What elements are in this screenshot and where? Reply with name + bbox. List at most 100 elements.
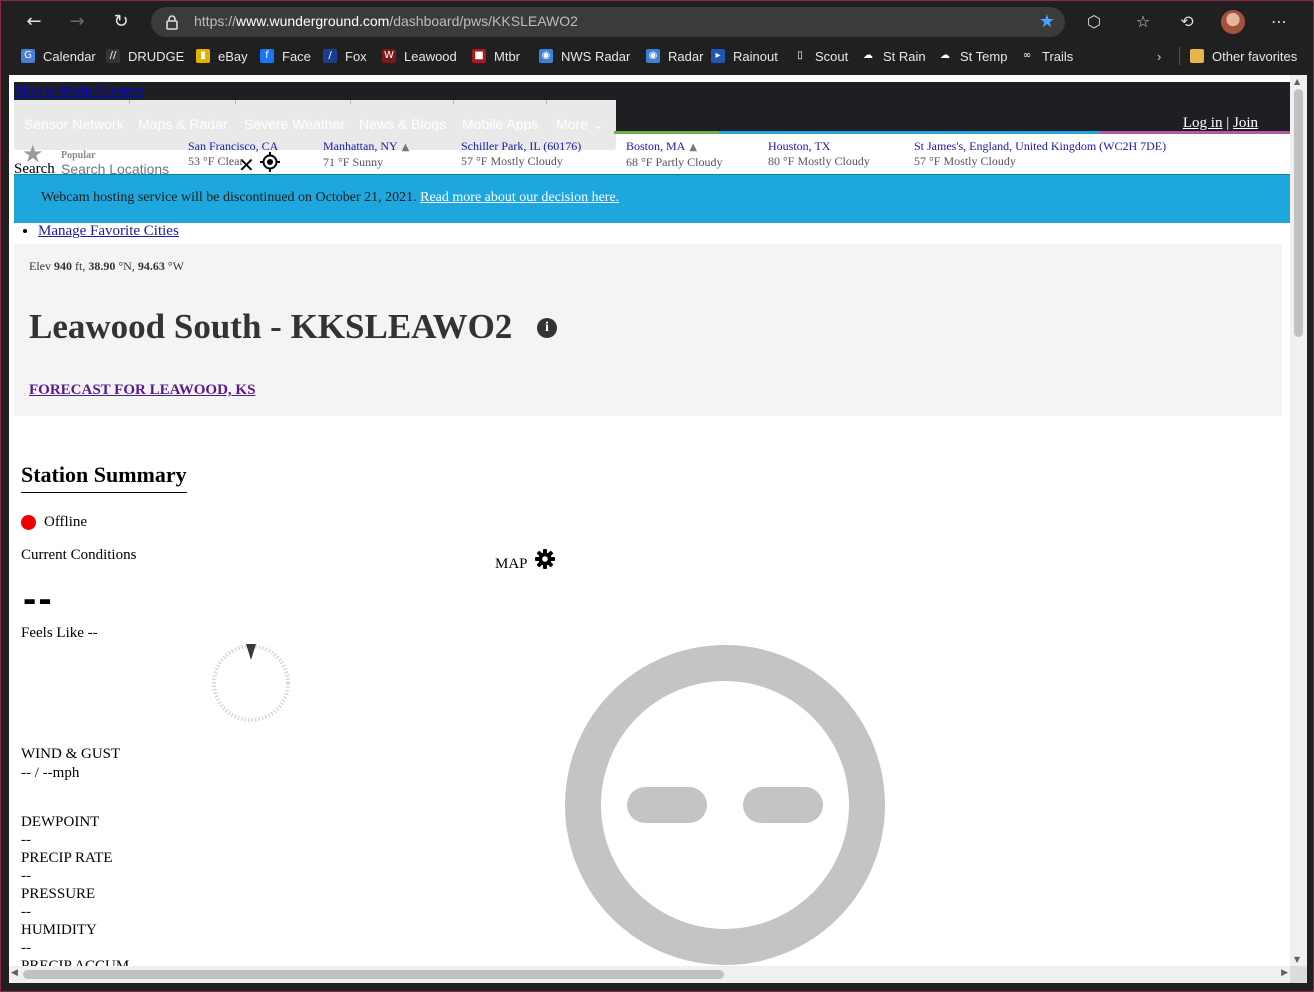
favorite-city[interactable]: Schiller Park, IL (60176) 57 °F Mostly Cl… <box>461 139 581 169</box>
scrollbar-corner <box>1290 966 1307 983</box>
scroll-down-arrow-icon[interactable]: ▼ <box>1294 955 1300 964</box>
station-location-info: Elev 940 ft, 38.90 °N, 94.63 °W <box>29 259 184 273</box>
address-bar[interactable]: https://www.wunderground.com/dashboard/p… <box>151 7 1065 37</box>
bookmark-item[interactable]: // DRUDGE <box>106 47 184 65</box>
favorite-city[interactable]: Boston, MA ▲ 68 °F Partly Cloudy <box>626 139 722 170</box>
profile-avatar[interactable] <box>1221 10 1245 34</box>
header-accent-line <box>614 131 719 134</box>
scroll-right-arrow-icon[interactable]: ▶ <box>1281 968 1288 978</box>
pressure-label: PRESSURE <box>21 886 96 902</box>
gear-icon[interactable] <box>535 549 555 569</box>
favorite-city[interactable]: Houston, TX 80 °F Mostly Cloudy <box>768 139 870 169</box>
bookmark-label: Leawood <box>404 48 457 64</box>
station-summary-heading: Station Summary <box>21 462 187 493</box>
bookmark-item[interactable]: ∞ Trails <box>1020 47 1073 65</box>
auth-separator: | <box>1226 115 1230 131</box>
status-indicator-dot <box>21 515 36 530</box>
rainout-icon: ▸ <box>711 49 725 63</box>
nav-menu-item[interactable]: Mobile Apps <box>462 116 538 132</box>
bookmark-item[interactable]: ☁ St Rain <box>861 47 926 65</box>
bookmark-item[interactable]: ■ Mtbr <box>472 47 520 65</box>
precip-accum-label: PRECIP ACCUM <box>21 958 130 966</box>
extensions-icon[interactable]: ⬡ <box>1082 10 1106 34</box>
forecast-link[interactable]: FORECAST FOR LEAWOOD, KS <box>29 382 255 399</box>
skip-to-main-link[interactable]: Skip to Main Content <box>14 83 144 100</box>
header-accent-line <box>14 131 614 134</box>
calendar-icon: G <box>21 49 35 63</box>
city-conditions: 57 °F Mostly Cloudy <box>914 154 1016 168</box>
noaa-icon: ◉ <box>646 49 660 63</box>
nav-menu-item[interactable]: Maps & Radar <box>138 116 227 132</box>
info-icon[interactable]: i <box>537 318 557 338</box>
login-link[interactable]: Log in <box>1183 115 1223 131</box>
nav-menu-label: News & Blogs <box>359 116 447 132</box>
join-link[interactable]: Join <box>1233 115 1258 131</box>
bookmark-label: Mtbr <box>494 48 520 64</box>
bookmark-item[interactable]: ◉ NWS Radar <box>539 47 630 65</box>
history-icon[interactable]: ⟲ <box>1175 10 1199 34</box>
manage-favorite-cities-link[interactable]: Manage Favorite Cities <box>38 223 179 239</box>
status-text: Offline <box>44 514 88 530</box>
nav-menu-label: Severe Weather <box>244 116 345 132</box>
city-conditions: 57 °F Mostly Cloudy <box>461 154 563 168</box>
more-menu-icon[interactable]: ⋯ <box>1267 10 1291 34</box>
horizontal-scrollbar[interactable]: ◀ ▶ <box>9 966 1290 983</box>
vertical-scrollbar[interactable]: ▲ ▼ <box>1290 75 1307 966</box>
header-accent-line <box>719 131 1099 134</box>
favorite-city[interactable]: Manhattan, NY ▲ 71 °F Sunny <box>323 139 409 170</box>
current-conditions-label: Current Conditions <box>21 547 137 563</box>
pressure-value: -- <box>21 904 31 920</box>
webcam-notice-banner: Webcam hosting service will be discontin… <box>14 174 1290 223</box>
nav-menu-item[interactable]: News & Blogs <box>359 116 446 132</box>
bookmarks-bar: › Other favorites G Calendar // DRUDGE ▮ eBay… <box>1 43 1313 69</box>
bookmark-item[interactable]: G Calendar <box>21 47 96 65</box>
bookmark-label: Rainout <box>733 48 778 64</box>
precip-rate-value: -- <box>21 868 31 884</box>
bookmark-item[interactable]: ▮ eBay <box>196 47 248 65</box>
browser-toolbar: ← → ↻ https://www.wunderground.com/dashb… <box>1 1 1313 43</box>
bookmark-item[interactable]: ▸ Rainout <box>711 47 778 65</box>
bookmark-label: Face <box>282 48 311 64</box>
bookmark-item[interactable]: f Face <box>260 47 311 65</box>
scrollbar-thumb[interactable] <box>23 970 724 979</box>
feels-like: Feels Like -- <box>21 625 98 641</box>
favorite-star-icon[interactable]: ★ <box>1039 11 1055 32</box>
favorite-city[interactable]: St James's, England, United Kingdom (WC2… <box>914 139 1166 169</box>
city-conditions: 80 °F Mostly Cloudy <box>768 154 870 168</box>
favorites-icon[interactable]: ☆ <box>1131 10 1155 34</box>
page-title: Leawood South - KKSLEAWO2 <box>29 307 513 346</box>
nav-menu-item[interactable]: Sensor Network <box>24 116 124 132</box>
bookmark-label: eBay <box>218 48 248 64</box>
banner-link[interactable]: Read more about our decision here. <box>420 190 619 205</box>
bookmark-item[interactable]: ◉ Radar <box>646 47 703 65</box>
forward-button[interactable]: → <box>65 10 89 34</box>
ebay-icon: ▮ <box>196 49 210 63</box>
city-name: San Francisco, CA <box>188 139 279 153</box>
offline-status-face-icon <box>565 645 885 965</box>
page-viewport: Skip to Main Content Sensor Network Maps … <box>9 75 1290 966</box>
back-button[interactable]: ← <box>22 10 46 34</box>
link-icon: ∞ <box>1020 49 1034 63</box>
nav-menu-divider <box>453 100 454 104</box>
scroll-left-arrow-icon[interactable]: ◀ <box>11 968 18 978</box>
scroll-up-arrow-icon[interactable]: ▲ <box>1294 77 1300 86</box>
bookmark-item[interactable]: / Fox <box>323 47 367 65</box>
leawood-icon: W <box>382 49 396 63</box>
city-conditions: 53 °F Clear <box>188 154 244 168</box>
other-favorites-folder[interactable]: Other favorites <box>1190 47 1297 65</box>
bookmark-item[interactable]: ▯ Scout <box>793 47 848 65</box>
bookmark-item[interactable]: W Leawood <box>382 47 457 65</box>
scrollbar-thumb[interactable] <box>1294 89 1303 337</box>
auth-links: Log in | Join <box>1183 115 1258 132</box>
page-icon: ▯ <box>793 49 807 63</box>
favorite-city[interactable]: San Francisco, CA 53 °F Clear <box>188 139 278 169</box>
list-item: Manage Favorite Cities <box>38 223 179 240</box>
nav-menu-item[interactable]: Severe Weather <box>244 116 345 132</box>
bookmark-item[interactable]: ☁ St Temp <box>938 47 1007 65</box>
dewpoint-label: DEWPOINT <box>21 814 100 830</box>
refresh-button[interactable]: ↻ <box>109 10 133 34</box>
bookmarks-overflow-chevron-icon[interactable]: › <box>1157 47 1161 65</box>
humidity-label: HUMIDITY <box>21 922 97 938</box>
bookmarks-divider <box>1179 47 1180 65</box>
browser-window: ← → ↻ https://www.wunderground.com/dashb… <box>0 0 1314 992</box>
